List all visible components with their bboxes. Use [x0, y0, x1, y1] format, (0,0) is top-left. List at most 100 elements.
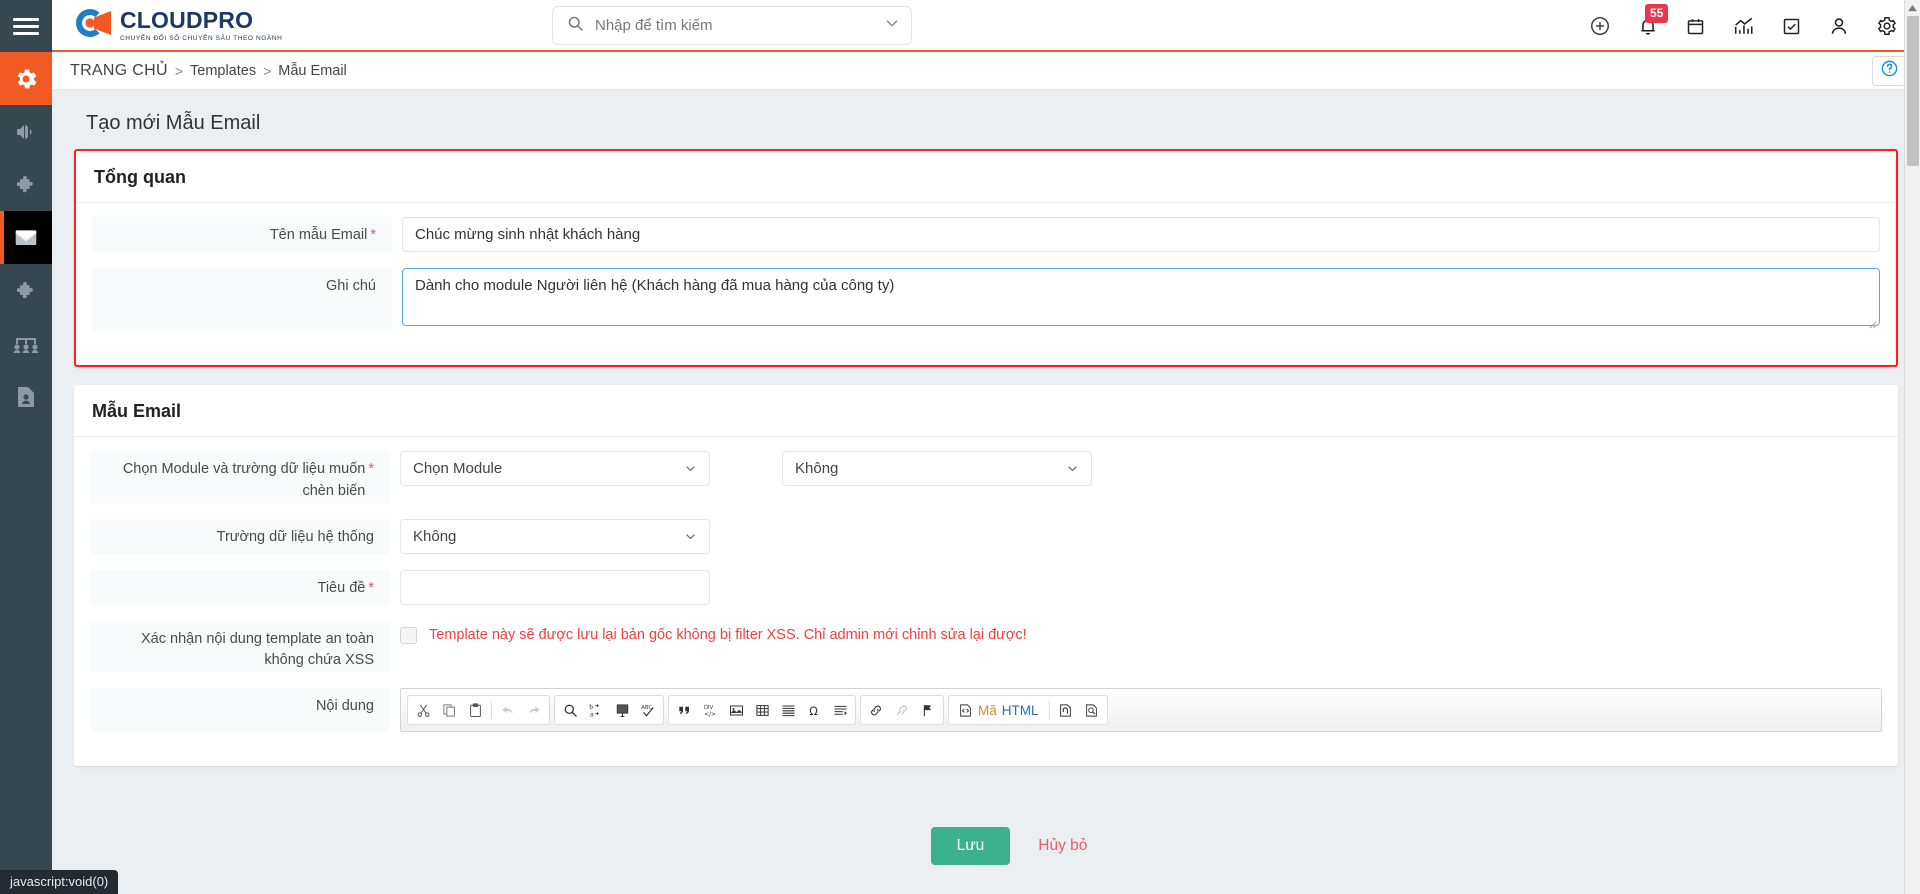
- cancel-button[interactable]: Hủy bỏ: [1032, 836, 1093, 856]
- gear-icon[interactable]: [1876, 15, 1898, 37]
- sidebar-item-contacts[interactable]: [0, 370, 52, 423]
- app-root: CLOUDPRO CHUYỂN ĐỔI SỐ CHUYÊN SÂU THEO N…: [0, 0, 1920, 894]
- paste-icon[interactable]: [462, 698, 488, 722]
- maximize-icon[interactable]: [1053, 698, 1079, 722]
- source-code-icon[interactable]: Mã HTML: [951, 698, 1046, 722]
- source-code-label-html: HTML: [1001, 702, 1039, 718]
- preview-icon[interactable]: [1079, 698, 1105, 722]
- breadcrumb-separator: >: [263, 62, 272, 79]
- sidebar-item-email[interactable]: [0, 211, 52, 264]
- save-button[interactable]: Lưu: [930, 827, 1011, 865]
- replace-icon[interactable]: b a: [583, 698, 609, 722]
- system-field-select[interactable]: Không: [400, 518, 710, 554]
- horizontal-rule-icon[interactable]: [775, 698, 801, 722]
- rich-text-editor: b a ABC DIV </> Ω Mã HTML: [400, 688, 1882, 732]
- breadcrumb: TRANG CHỦ > Templates > Mẫu Email: [52, 52, 1920, 90]
- undo-icon[interactable]: [495, 698, 521, 722]
- xss-checkbox[interactable]: [400, 626, 417, 644]
- left-sidebar: [0, 0, 52, 894]
- redo-icon[interactable]: [521, 698, 547, 722]
- scroll-up-arrow-icon[interactable]: [1905, 0, 1920, 16]
- xss-checkbox-row: Template này sẽ được lưu lại bản gốc khô…: [400, 621, 1882, 644]
- page-break-icon[interactable]: [827, 698, 853, 722]
- system-field-label: Trường dữ liệu hệ thống: [90, 518, 390, 554]
- overview-body: Tên mẫu Email* Ghi chú Dành cho module N…: [76, 203, 1896, 365]
- breadcrumb-separator: >: [174, 62, 183, 79]
- image-icon[interactable]: [723, 698, 749, 722]
- email-name-input[interactable]: [402, 217, 1880, 252]
- field-row-system-field: Trường dữ liệu hệ thống Không: [90, 518, 1882, 554]
- search-input[interactable]: [593, 16, 874, 35]
- search-box[interactable]: [552, 6, 912, 45]
- sidebar-item-marketing[interactable]: [0, 105, 52, 158]
- sidebar-item-extensions[interactable]: [0, 264, 52, 317]
- breadcrumb-templates[interactable]: Templates: [190, 63, 256, 79]
- create-div-icon[interactable]: DIV </>: [697, 698, 723, 722]
- content-control: b a ABC DIV </> Ω Mã HTML: [390, 688, 1882, 732]
- chevron-down-icon[interactable]: [883, 14, 901, 37]
- page-body: Tạo mới Mẫu Email Tổng quan Tên mẫu Emai…: [52, 90, 1920, 894]
- calendar-icon[interactable]: [1685, 16, 1706, 37]
- editor-group-source: Mã HTML: [948, 695, 1108, 725]
- header-actions: 55: [1589, 0, 1898, 52]
- svg-text:Ω: Ω: [809, 705, 818, 718]
- field-row-subject: Tiêu đề *: [90, 569, 1882, 605]
- search-icon: [567, 15, 584, 37]
- sidebar-item-modules[interactable]: [0, 158, 52, 211]
- breadcrumb-home[interactable]: TRANG CHỦ: [70, 62, 168, 80]
- system-field-value: Không: [413, 527, 457, 545]
- toolbar-divider: [1048, 701, 1050, 719]
- spellcheck-icon[interactable]: ABC: [635, 698, 661, 722]
- gear-icon: [13, 66, 39, 92]
- bell-icon[interactable]: 55: [1637, 4, 1669, 37]
- note-textarea[interactable]: Dành cho module Người liên hệ (Khách hàn…: [402, 268, 1880, 326]
- special-char-icon[interactable]: Ω: [801, 698, 827, 722]
- module-field-select[interactable]: Không: [782, 451, 1092, 486]
- module-controls: Chọn Module Không: [390, 451, 1882, 486]
- unlink-icon[interactable]: [889, 698, 915, 722]
- overview-card: Tổng quan Tên mẫu Email* Ghi chú: [74, 149, 1898, 367]
- module-select[interactable]: Chọn Module: [400, 451, 710, 486]
- template-body: Chọn Module và trường dữ liệu muốn chèn …: [74, 437, 1898, 766]
- select-all-icon[interactable]: [609, 698, 635, 722]
- editor-toolbar: b a ABC DIV </> Ω Mã HTML: [401, 689, 1881, 731]
- xss-label: Xác nhận nội dung template an toàn không…: [90, 620, 390, 672]
- find-icon[interactable]: [557, 698, 583, 722]
- top-header: CLOUDPRO CHUYỂN ĐỔI SỐ CHUYÊN SÂU THEO N…: [52, 0, 1920, 52]
- menu-toggle-button[interactable]: [0, 0, 52, 52]
- copy-icon[interactable]: [436, 698, 462, 722]
- field-row-module: Chọn Module và trường dữ liệu muốn chèn …: [90, 451, 1882, 503]
- cloudpro-mark-icon: [70, 6, 112, 45]
- user-icon[interactable]: [1828, 15, 1850, 37]
- blockquote-icon[interactable]: [671, 698, 697, 722]
- brand-logo[interactable]: CLOUDPRO CHUYỂN ĐỔI SỐ CHUYÊN SÂU THEO N…: [52, 6, 352, 45]
- table-icon[interactable]: [749, 698, 775, 722]
- sidebar-item-settings[interactable]: [0, 52, 52, 105]
- link-icon[interactable]: [863, 698, 889, 722]
- subject-input[interactable]: [400, 569, 710, 605]
- email-name-control: [392, 217, 1880, 252]
- cut-icon[interactable]: [410, 698, 436, 722]
- field-row-xss: Xác nhận nội dung template an toàn không…: [90, 620, 1882, 672]
- note-label: Ghi chú: [92, 268, 392, 331]
- anchor-icon[interactable]: [915, 698, 941, 722]
- email-name-label: Tên mẫu Email *: [92, 217, 392, 252]
- field-row-email-name: Tên mẫu Email *: [92, 217, 1880, 252]
- svg-text:</>: </>: [704, 710, 716, 717]
- help-button[interactable]: [1872, 56, 1906, 86]
- xss-control: Template này sẽ được lưu lại bản gốc khô…: [390, 621, 1882, 644]
- breadcrumb-current: Mẫu Email: [278, 62, 347, 79]
- editor-group-find: b a ABC: [554, 695, 664, 725]
- add-circle-icon[interactable]: [1589, 15, 1611, 37]
- brand-name: CLOUDPRO: [120, 6, 254, 33]
- page-scrollbar[interactable]: [1904, 0, 1920, 894]
- sidebar-item-organization[interactable]: [0, 317, 52, 370]
- chevron-down-icon: [683, 520, 698, 553]
- question-circle-icon: [1880, 59, 1899, 83]
- task-check-icon[interactable]: [1781, 16, 1802, 37]
- scrollbar-thumb[interactable]: [1907, 16, 1919, 166]
- subject-control: [390, 569, 1882, 605]
- template-heading: Mẫu Email: [74, 385, 1898, 437]
- analytics-icon[interactable]: [1732, 15, 1755, 37]
- source-code-label-ma: Mã: [978, 702, 997, 718]
